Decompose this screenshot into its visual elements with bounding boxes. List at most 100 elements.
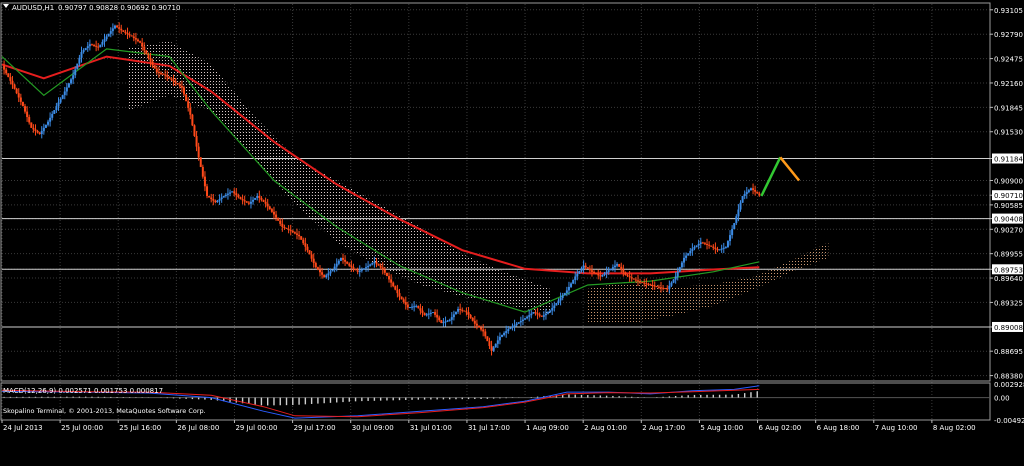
candle-body [103,39,106,42]
candle-body [26,111,29,118]
price-tick-label: 0.91184 [994,156,1023,164]
price-tick-label: 0.88695 [994,348,1023,356]
candle-body [540,315,543,317]
chart-canvas[interactable]: 0.93105 0.92790 0.92475 0.92160 0.91845 0.915… [0,0,1024,462]
price-tick-label: 0.89955 [994,251,1023,259]
candle-body [593,271,596,274]
candle-body [379,265,382,268]
candle-body [159,72,162,74]
candle-body [226,193,229,195]
candle-body [331,269,334,272]
candle-body [375,261,378,264]
candle-body [262,199,265,202]
candle [609,268,612,271]
candle-body [55,106,58,111]
candle [153,65,156,69]
candle-body [180,86,183,88]
candle-body [323,274,326,278]
candle-body [509,327,512,330]
candle-body [758,193,761,196]
candle-body [11,80,14,85]
candle-body [15,88,18,94]
candle [7,73,10,78]
candle-body [664,288,667,290]
candle-body [212,199,215,201]
candle-body [498,336,501,341]
candle-body [743,194,746,196]
candle-body [454,311,457,315]
candle-body [153,65,156,69]
candle-body [513,325,516,327]
price-tick-label: 0.89008 [994,324,1023,332]
candle [454,311,457,315]
time-tick-label: 2 Aug 17:00 [642,424,685,432]
candle-body [553,305,556,309]
candle [710,245,713,247]
candle-body [365,267,368,269]
candle-body [118,27,121,29]
ohlc-label: 0.90797 0.90828 0.90692 0.90710 [58,4,180,12]
candle [417,305,420,309]
candle-body [224,194,227,196]
candle-body [486,336,489,342]
price-tick-label: 0.90710 [994,192,1023,200]
candle-body [494,343,497,348]
time-tick-label: 30 Jul 09:00 [352,424,394,432]
candle-body [199,157,202,167]
candle [331,269,334,272]
candle-body [237,195,240,198]
candle-body [367,265,370,268]
copyright-label: Skopalino Terminal, © 2001-2013, MetaQuo… [3,407,206,415]
candle-body [726,241,729,248]
candle-body [116,25,119,28]
candle-body [542,315,545,317]
candle-body [222,195,225,198]
candle-body [346,261,349,264]
candle-body [526,316,529,319]
price-tick-label: 0.88380 [994,373,1023,381]
candle-body [57,102,60,107]
chart-window[interactable]: 0.93105 0.92790 0.92475 0.92160 0.91845 0.915… [0,0,1024,462]
candle-body [136,39,139,42]
candle [308,250,311,255]
candle-body [312,258,315,263]
candle-body [521,319,524,322]
candle-body [392,282,395,287]
candle-body [120,28,123,31]
candle-body [239,197,242,200]
candle-body [59,98,62,103]
candle-body [74,69,77,76]
candle-body [143,46,146,51]
candle [586,267,589,269]
candle [726,240,729,248]
candle-body [126,33,129,35]
candle-body [149,58,152,62]
candle-body [406,304,409,308]
candle-body [701,242,704,244]
candle-body [109,31,112,34]
candle-body [99,44,102,48]
time-tick-label: 26 Jul 08:00 [177,424,219,432]
candle [262,199,265,203]
candle-body [256,195,259,198]
candle-body [124,31,127,34]
candle-body [302,239,305,244]
candle [277,217,280,221]
candle-body [78,57,81,64]
candle-body [752,188,755,190]
candle-body [555,303,558,306]
candle-body [36,130,39,133]
candle [254,197,257,200]
candle-body [618,264,621,267]
candle-body [570,283,573,287]
time-tick-label: 2 Aug 01:00 [584,424,627,432]
candle-body [461,309,464,311]
candle-body [247,202,250,204]
candle-body [547,312,550,314]
candle-body [647,283,650,285]
candle-body [440,320,443,323]
candle-body [13,84,16,89]
candle-body [733,223,736,230]
candle-body [260,197,263,200]
candle-body [258,195,261,198]
